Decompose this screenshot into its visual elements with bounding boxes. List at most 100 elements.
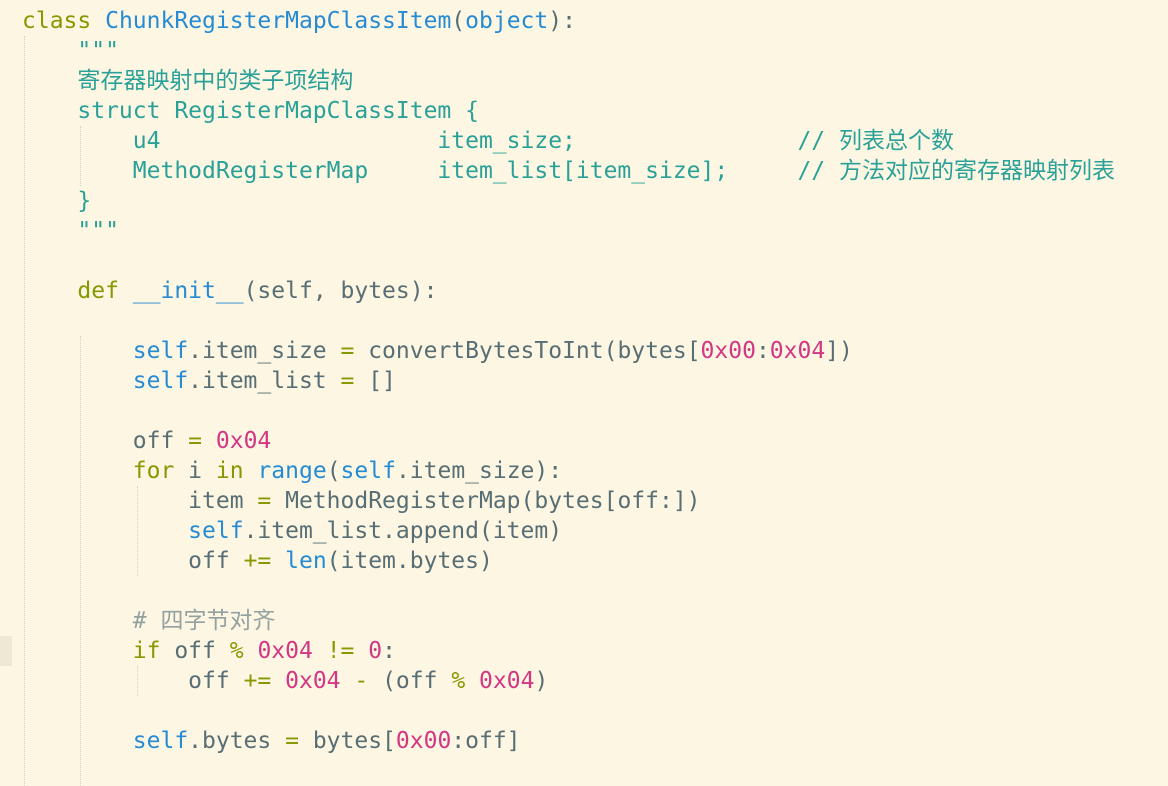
code-token-op: = — [340, 338, 355, 364]
code-line[interactable] — [22, 696, 1168, 726]
code-line[interactable]: if off % 0x04 != 0: — [22, 636, 1168, 666]
code-line[interactable]: """ — [22, 216, 1168, 246]
code-token-kw: in — [215, 458, 244, 484]
code-token-bi: object — [465, 8, 549, 34]
code-token-txt: ( — [451, 8, 466, 34]
code-line[interactable]: """ — [22, 36, 1168, 66]
code-token-txt: : — [382, 638, 396, 664]
code-token-op: % — [229, 638, 244, 664]
code-line[interactable]: # 四字节对齐 — [22, 606, 1168, 636]
code-area[interactable]: class ChunkRegisterMapClassItem(object):… — [22, 6, 1168, 756]
code-token-txt: (item.bytes) — [326, 548, 493, 574]
code-token-cls: ChunkRegisterMapClassItem — [105, 8, 452, 34]
code-line[interactable]: self.item_size = convertBytesToInt(bytes… — [22, 336, 1168, 366]
code-token-doc: """ — [77, 218, 119, 244]
code-line[interactable]: struct RegisterMapClassItem { — [22, 96, 1168, 126]
code-editor[interactable]: class ChunkRegisterMapClassItem(object):… — [0, 0, 1168, 786]
code-token-txt: bytes[ — [298, 728, 396, 754]
code-line[interactable]: off += len(item.bytes) — [22, 546, 1168, 576]
code-token-txt: ) — [534, 668, 549, 694]
code-token-self: self — [132, 728, 189, 754]
code-token-txt: : — [755, 338, 770, 364]
code-token-txt: i — [174, 458, 216, 484]
code-token-txt: ( — [326, 458, 341, 484]
code-line[interactable]: self.item_list = [] — [22, 366, 1168, 396]
code-token-doc: struct RegisterMapClassItem { — [77, 98, 479, 124]
code-line[interactable] — [22, 246, 1168, 276]
code-token-self: self — [340, 458, 396, 484]
code-token-txt: (self, bytes): — [243, 278, 438, 304]
code-token-num: 0x04 — [215, 428, 272, 454]
code-line[interactable]: for i in range(self.item_size): — [22, 456, 1168, 486]
code-line[interactable]: } — [22, 186, 1168, 216]
code-token-txt: (off — [368, 668, 452, 694]
code-line[interactable]: item = MethodRegisterMap(bytes[off:]) — [22, 486, 1168, 516]
code-token-txt: off — [160, 638, 230, 664]
current-line-gutter-marker — [0, 636, 12, 666]
code-token-txt: ): — [548, 8, 576, 34]
code-token-num: 0 — [368, 638, 383, 664]
code-token-op: += — [243, 668, 272, 694]
code-token-kw: if — [132, 638, 161, 664]
code-token-txt: off — [22, 428, 189, 454]
code-token-op: += — [243, 548, 272, 574]
code-line[interactable]: self.bytes = bytes[0x00:off] — [22, 726, 1168, 756]
code-token-txt: :off] — [451, 728, 521, 754]
code-token-num: 0x04 — [769, 338, 826, 364]
code-token-txt: .item_list.append(item) — [243, 518, 563, 544]
code-token-doc: MethodRegisterMap item_list[item_size]; … — [132, 158, 1115, 184]
code-token-kw: for — [132, 458, 175, 484]
code-line[interactable]: off = 0x04 — [22, 426, 1168, 456]
code-token-op: != — [326, 638, 355, 664]
code-token-doc: 寄存器映射中的类子项结构 — [77, 68, 354, 94]
code-line[interactable]: self.item_list.append(item) — [22, 516, 1168, 546]
code-token-doc: u4 item_size; // 列表总个数 — [132, 128, 954, 154]
code-token-doc: } — [77, 188, 92, 214]
code-line[interactable]: off += 0x04 - (off % 0x04) — [22, 666, 1168, 696]
code-token-txt: .item_size — [188, 338, 341, 364]
code-token-num: 0x00 — [395, 728, 452, 754]
code-token-num: 0x04 — [285, 668, 341, 694]
code-token-op: = — [188, 428, 203, 454]
code-token-self: self — [188, 518, 244, 544]
code-token-txt: ]) — [825, 338, 853, 364]
code-token-self: self — [132, 338, 189, 364]
code-line[interactable]: 寄存器映射中的类子项结构 — [22, 66, 1168, 96]
code-token-txt: off — [22, 548, 244, 574]
code-token-bi: len — [285, 548, 327, 574]
code-token-op: % — [451, 668, 466, 694]
code-line[interactable]: class ChunkRegisterMapClassItem(object): — [22, 6, 1168, 36]
code-line[interactable] — [22, 576, 1168, 606]
code-token-num: 0x04 — [479, 668, 535, 694]
code-line[interactable]: MethodRegisterMap item_list[item_size]; … — [22, 156, 1168, 186]
code-token-txt: .bytes — [188, 728, 286, 754]
code-line[interactable]: def __init__(self, bytes): — [22, 276, 1168, 306]
code-token-op: - — [354, 668, 369, 694]
code-token-kw: class — [22, 8, 92, 34]
code-line[interactable] — [22, 396, 1168, 426]
code-token-self: self — [132, 368, 189, 394]
code-line[interactable] — [22, 306, 1168, 336]
code-line[interactable]: u4 item_size; // 列表总个数 — [22, 126, 1168, 156]
